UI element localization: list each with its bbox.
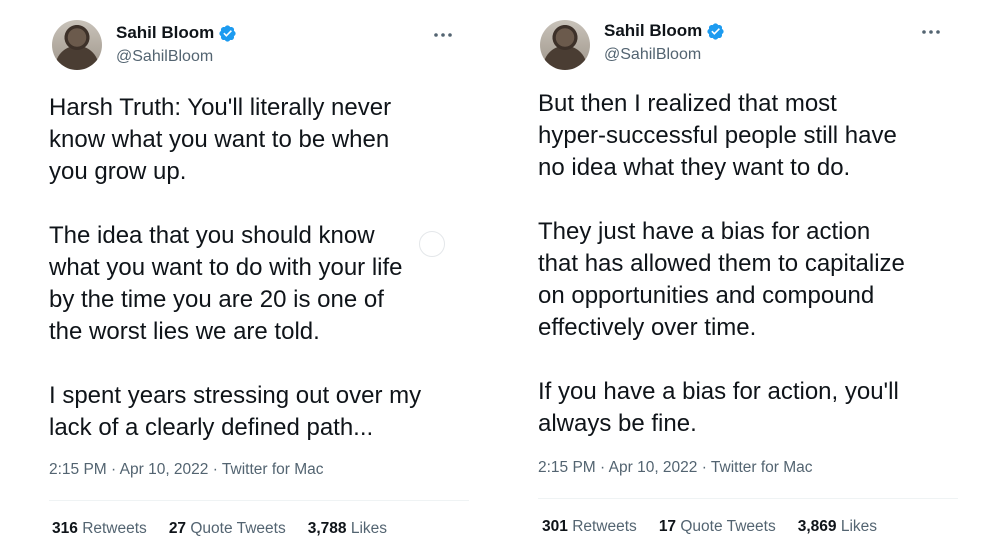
tweet-text: Harsh Truth: You'll literally never know… <box>49 94 422 441</box>
likes-stat[interactable]: 3,869 Likes <box>798 518 877 536</box>
avatar[interactable] <box>540 20 590 70</box>
more-options-icon[interactable] <box>920 27 942 37</box>
meta-separator: · <box>595 459 609 476</box>
author-name[interactable]: Sahil Bloom <box>116 23 214 43</box>
quote-tweets-stat[interactable]: 27 Quote Tweets <box>169 520 286 538</box>
overlay-circle-icon <box>419 231 445 257</box>
tweet-date[interactable]: Apr 10, 2022 <box>120 461 209 478</box>
author-handle[interactable]: @SahilBloom <box>604 46 701 64</box>
tweet-source[interactable]: Twitter for Mac <box>222 461 324 478</box>
verified-badge-icon <box>219 24 236 42</box>
more-options-icon[interactable] <box>432 30 454 40</box>
tweet-text: But then I realized that most hyper-succ… <box>538 90 905 437</box>
likes-stat[interactable]: 3,788 Likes <box>308 520 387 538</box>
quote-tweets-stat[interactable]: 17 Quote Tweets <box>659 518 776 536</box>
tweet-1: Sahil Bloom @SahilBloom Harsh Truth: You… <box>0 0 494 555</box>
tweet-time[interactable]: 2:15 PM <box>49 461 107 478</box>
tweet-stats: 316 Retweets 27 Quote Tweets 3,788 Likes <box>52 520 409 538</box>
author-name[interactable]: Sahil Bloom <box>604 21 702 41</box>
divider <box>538 498 958 499</box>
meta-separator: · <box>697 459 711 476</box>
tweet-meta: 2:15 PM · Apr 10, 2022 · Twitter for Mac <box>49 461 324 479</box>
tweet-2: Sahil Bloom @SahilBloom But then I reali… <box>494 0 988 555</box>
meta-separator: · <box>106 461 120 478</box>
author-handle[interactable]: @SahilBloom <box>116 48 213 66</box>
tweet-meta: 2:15 PM · Apr 10, 2022 · Twitter for Mac <box>538 459 813 477</box>
divider <box>49 500 469 501</box>
author-name-row[interactable]: Sahil Bloom <box>604 21 725 41</box>
verified-badge-icon <box>707 22 724 40</box>
tweet-date[interactable]: Apr 10, 2022 <box>609 459 698 476</box>
retweets-stat[interactable]: 316 Retweets <box>52 520 147 538</box>
author-name-row[interactable]: Sahil Bloom <box>116 23 237 43</box>
avatar[interactable] <box>52 20 102 70</box>
meta-separator: · <box>208 461 222 478</box>
tweet-stats: 301 Retweets 17 Quote Tweets 3,869 Likes <box>542 518 899 536</box>
tweet-time[interactable]: 2:15 PM <box>538 459 596 476</box>
tweet-source[interactable]: Twitter for Mac <box>711 459 813 476</box>
retweets-stat[interactable]: 301 Retweets <box>542 518 637 536</box>
